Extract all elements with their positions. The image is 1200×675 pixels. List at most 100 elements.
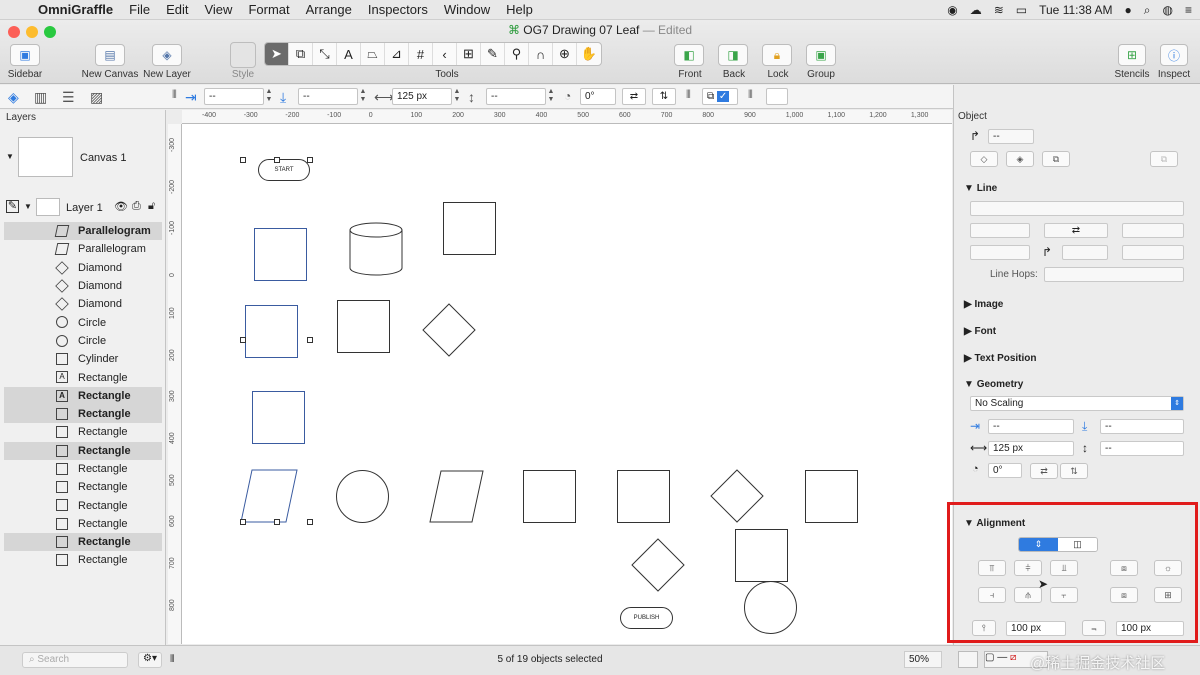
grid-tool-icon[interactable]: # [409,43,433,65]
canvas-row[interactable]: ▼ Canvas 1 [0,134,166,184]
stroke-swatch-icon[interactable]: — [997,652,1007,663]
layer-object-item[interactable]: Cylinder [4,350,162,368]
layer-object-item[interactable]: A Rectangle [4,386,162,405]
height-stepper[interactable]: ▲ ▼ [546,88,556,105]
user-icon[interactable]: ● [1125,3,1132,17]
drag-handle-icon[interactable]: ⦀ [172,89,177,102]
drag-handle-icon-2[interactable]: ⦀ [686,89,691,102]
parallelogram-shape[interactable] [429,470,484,524]
layer-object-item[interactable]: Diamond [4,295,162,313]
spotlight-icon[interactable]: ⌕ [1144,3,1151,18]
menu-view[interactable]: View [196,2,240,17]
start-terminator[interactable]: START [258,159,310,181]
layer-object-item[interactable]: Parallelogram [4,240,162,258]
pen-tool-icon[interactable]: ⏢ [361,43,385,65]
record-icon[interactable]: ◉ [947,3,957,17]
menu-edit[interactable]: Edit [158,2,196,17]
front-button[interactable]: ◧ [674,44,704,66]
rectangle-shape[interactable] [523,470,576,523]
circle-shape[interactable] [336,470,389,523]
shape-style-button-2[interactable]: ◈ [1006,151,1034,167]
fill-swatch-icon[interactable]: ▢ [985,652,994,663]
menu-arrange[interactable]: Arrange [298,2,360,17]
geo-width-field[interactable]: 125 px [988,441,1074,456]
scaling-select[interactable]: No Scaling ⇕ [970,396,1184,411]
layer-object-item[interactable]: Rectangle [4,423,162,441]
sidebar-button[interactable]: ▣ [10,44,40,66]
layer-object-item[interactable]: Rectangle [4,441,162,460]
search-field[interactable]: ⌕ Search [22,652,128,668]
style-brush-icon[interactable]: ✎ [481,43,505,65]
layer-object-item[interactable]: Circle [4,313,162,331]
image-section-header[interactable]: ▶ Image [964,299,1003,310]
geo-rotation-field[interactable]: 0° [988,463,1022,478]
outline-tab-icon[interactable]: ☰ [62,89,75,106]
lock-button[interactable]: 🔒︎ [762,44,792,66]
new-canvas-button[interactable]: ▤ [95,44,125,66]
selection-handle[interactable] [240,157,246,163]
shape-style-button-4[interactable]: ⧉ [1150,151,1178,167]
selection-tab-icon[interactable]: ▨ [90,89,103,106]
rectangle-shape[interactable] [617,470,670,523]
group-button[interactable]: ▣ [806,44,836,66]
new-layer-button[interactable]: ◈ [152,44,182,66]
circle-shape[interactable] [744,581,797,634]
shadow-swatch-icon[interactable]: ⧄ [1010,652,1016,663]
fill-toggle[interactable] [766,88,788,105]
geo-height-field[interactable]: -- [1100,441,1184,456]
layer-object-item[interactable]: Diamond [4,277,162,295]
line-width-field[interactable] [970,223,1030,238]
parallelogram-shape[interactable] [240,469,298,524]
edited-indicator[interactable]: — Edited [643,23,692,37]
menu-format[interactable]: Format [240,2,297,17]
siri-icon[interactable]: ◍ [1163,3,1173,17]
line-type-field[interactable]: -- [988,129,1034,144]
text-position-section-header[interactable]: ▶ Text Position [964,353,1037,364]
selection-handle[interactable] [274,519,280,525]
zoom-select[interactable]: 50% [904,651,942,668]
point-editor-tool-icon[interactable]: ⊿ [385,43,409,65]
menu-help[interactable]: Help [498,2,541,17]
menu-window[interactable]: Window [436,2,498,17]
notification-center-icon[interactable]: ≡ [1185,3,1192,17]
layer-row[interactable]: ✎ ▼ Layer 1 👁︎ ⎙ 🔓︎ [0,196,166,220]
hand-tool-icon[interactable]: ✋ [577,43,601,65]
view-toggle[interactable] [958,651,978,668]
line-end-cap-field[interactable] [1122,245,1184,260]
publish-terminator[interactable]: PUBLISH [620,607,673,629]
font-section-header[interactable]: ▶ Font [964,326,996,337]
flip-vertical-button[interactable]: ⇅ [652,88,676,105]
layer-object-item[interactable]: Rectangle [4,496,162,514]
diamond-shape[interactable] [422,303,476,357]
y-stepper[interactable]: ▲ ▼ [358,88,368,105]
rectangle-shape[interactable] [735,529,788,582]
print-icon[interactable]: ⎙ [132,200,141,213]
drag-handle-icon-3[interactable]: ⦀ [748,89,753,102]
selection-handle[interactable] [240,519,246,525]
line-end-field[interactable] [1122,223,1184,238]
line-swap-button[interactable]: ⇄ [1044,223,1108,238]
width-stepper[interactable]: ▲ ▼ [452,88,462,105]
rectangle-shape[interactable] [805,470,858,523]
visibility-eye-icon[interactable]: 👁︎ [114,200,128,213]
selection-handle[interactable] [307,157,313,163]
rectangle-shape[interactable] [252,391,305,444]
battery-icon[interactable]: ▭ [1016,3,1027,17]
shape-style-button-1[interactable]: ◇ [970,151,998,167]
disclosure-triangle-icon[interactable]: ▼ [6,152,14,161]
resize-handle-icon[interactable]: ⦀ [170,654,174,665]
shape-style-button-3[interactable]: ⧉ [1042,151,1070,167]
connect-tool-icon[interactable]: ⚲ [505,43,529,65]
magnet-tool-icon[interactable]: ∩ [529,43,553,65]
x-position-field[interactable]: -- [204,88,264,105]
flip-horizontal-button[interactable]: ⇄ [622,88,646,105]
layer-object-item[interactable]: Rectangle [4,404,162,424]
creative-cloud-icon[interactable]: ☁ [970,3,982,17]
drawing-canvas[interactable]: START PUBLISH [182,124,952,644]
layer-object-item[interactable]: Circle [4,332,162,350]
unlock-icon[interactable]: 🔓︎ [148,200,155,213]
width-field[interactable]: 125 px [392,88,452,105]
geometry-section-header[interactable]: ▼ Geometry [964,379,1023,390]
x-stepper[interactable]: ▲ ▼ [264,88,274,105]
layer-object-item[interactable]: Rectangle [4,460,162,478]
